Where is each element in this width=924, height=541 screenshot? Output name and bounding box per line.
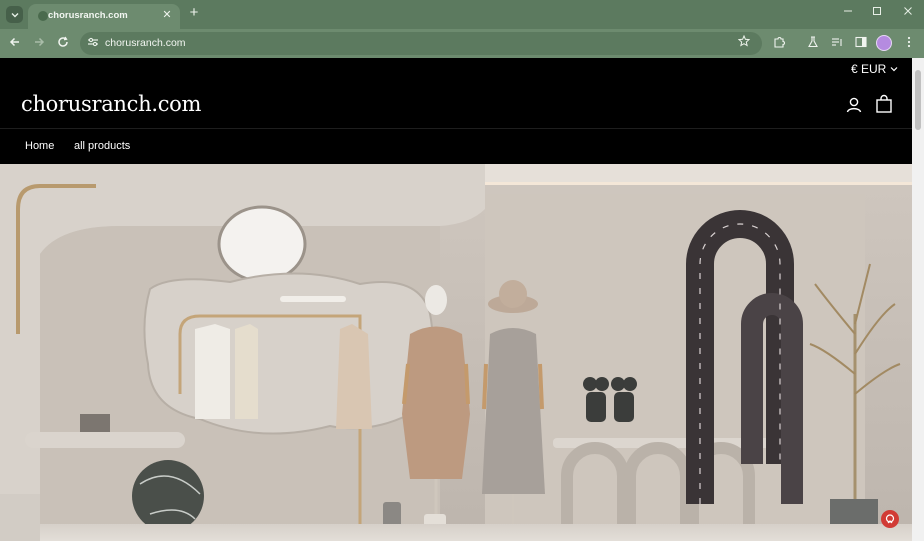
reload-button[interactable] xyxy=(54,35,72,53)
site-info-button[interactable] xyxy=(86,36,100,50)
minimize-icon xyxy=(844,10,852,12)
site-logo[interactable]: chorusranch.com xyxy=(21,92,201,116)
tab-strip: chorusranch.com ✕ + xyxy=(0,0,924,29)
puzzle-icon xyxy=(773,37,785,48)
close-icon xyxy=(904,7,912,15)
nav-link-all-products[interactable]: all products xyxy=(74,140,130,152)
cart-button[interactable] xyxy=(875,94,893,114)
tab-title: chorusranch.com xyxy=(48,10,128,21)
chrome-menu-button[interactable] xyxy=(900,35,918,53)
flask-icon xyxy=(808,36,818,48)
tab-close-button[interactable]: ✕ xyxy=(160,8,174,22)
currency-label: € EUR xyxy=(851,62,887,76)
back-button[interactable] xyxy=(6,35,24,53)
chat-widget-button[interactable] xyxy=(881,510,899,528)
page-scrollbar[interactable] xyxy=(912,58,924,541)
favicon-icon xyxy=(38,11,48,21)
chevron-down-icon xyxy=(11,13,18,18)
hero-image xyxy=(0,164,912,541)
close-icon: ✕ xyxy=(162,9,172,21)
url-text[interactable]: chorusranch.com xyxy=(105,37,186,49)
nav-link-home[interactable]: Home xyxy=(25,140,54,152)
web-page: € EUR chorusranch.com Home all products xyxy=(0,58,912,541)
currency-selector[interactable]: € EUR xyxy=(851,62,898,76)
star-icon xyxy=(737,34,751,47)
side-panel-icon xyxy=(855,36,867,48)
profile-avatar[interactable] xyxy=(876,35,892,51)
extensions-button[interactable] xyxy=(770,35,788,53)
user-icon xyxy=(846,97,862,113)
arrow-left-icon xyxy=(9,37,19,47)
labs-button[interactable] xyxy=(804,35,822,53)
chevron-down-icon xyxy=(890,67,898,72)
new-tab-button[interactable]: + xyxy=(186,5,202,21)
header-divider xyxy=(0,128,912,129)
media-controls-button[interactable] xyxy=(828,35,846,53)
minimize-button[interactable] xyxy=(837,4,859,22)
active-tab[interactable]: chorusranch.com ✕ xyxy=(28,4,180,29)
queue-music-icon xyxy=(832,38,842,46)
arrow-right-icon xyxy=(35,37,45,47)
address-bar[interactable]: chorusranch.com xyxy=(80,32,762,55)
maximize-icon xyxy=(873,7,881,15)
bookmark-button[interactable] xyxy=(736,34,752,51)
account-button[interactable] xyxy=(845,96,863,114)
tune-icon xyxy=(88,37,98,47)
shopping-bag-icon xyxy=(876,94,892,113)
window-close-button[interactable] xyxy=(897,4,919,22)
scrollbar-thumb[interactable] xyxy=(915,70,921,130)
chat-icon xyxy=(885,514,895,524)
forward-button[interactable] xyxy=(30,35,48,53)
tab-search-button[interactable] xyxy=(6,6,23,23)
maximize-button[interactable] xyxy=(866,4,888,22)
more-vertical-icon xyxy=(907,36,911,48)
browser-window: chorusranch.com ✕ + chorusranch.com € EU… xyxy=(0,0,924,541)
hero-banner xyxy=(0,164,912,541)
browser-toolbar: chorusranch.com xyxy=(0,29,924,58)
reload-icon xyxy=(58,36,68,47)
plus-icon: + xyxy=(189,4,199,21)
side-panel-button[interactable] xyxy=(852,35,870,53)
